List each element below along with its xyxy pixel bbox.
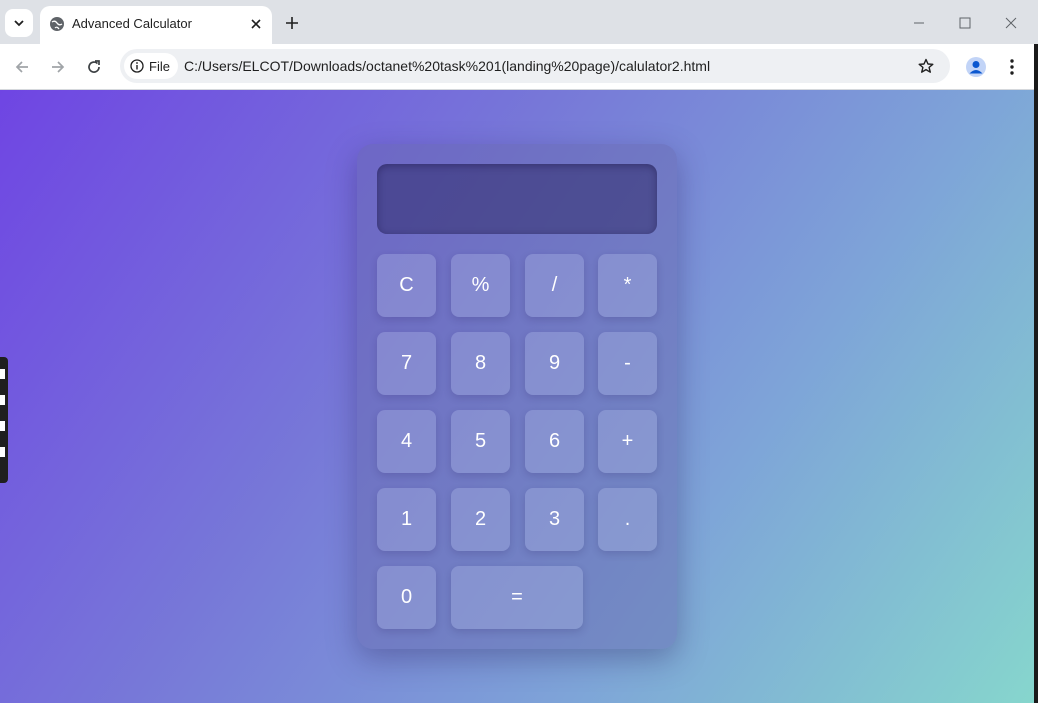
side-toolbar-icon[interactable] <box>0 395 5 405</box>
url-text[interactable]: C:/Users/ELCOT/Downloads/octanet%20task%… <box>184 58 710 74</box>
avatar-icon <box>966 57 986 77</box>
digit-8-button[interactable]: 8 <box>451 332 510 395</box>
site-info-chip[interactable]: File <box>124 53 178 79</box>
divide-button[interactable]: / <box>525 254 584 317</box>
calculator-display[interactable] <box>377 164 657 234</box>
forward-button[interactable] <box>45 54 71 80</box>
digit-3-button[interactable]: 3 <box>525 488 584 551</box>
back-button[interactable] <box>9 54 35 80</box>
reload-icon <box>88 60 100 73</box>
arrow-left-icon <box>15 61 28 73</box>
side-toolbar-icon[interactable] <box>0 369 5 379</box>
globe-icon <box>50 17 64 31</box>
digit-4-button[interactable]: 4 <box>377 410 436 473</box>
chevron-down-icon <box>14 20 24 27</box>
subtract-button[interactable]: - <box>598 332 657 395</box>
tab-search-button[interactable] <box>5 9 33 37</box>
close-icon <box>251 19 261 29</box>
new-tab-button[interactable] <box>281 12 303 34</box>
page-viewport: C % / * 7 8 9 - 4 5 6 + 1 2 3 . 0 = <box>0 90 1034 703</box>
info-icon <box>130 59 144 73</box>
digit-0-button[interactable]: 0 <box>377 566 436 629</box>
digit-7-button[interactable]: 7 <box>377 332 436 395</box>
minimize-icon <box>914 22 924 24</box>
maximize-icon <box>959 17 971 29</box>
tab-close-button[interactable] <box>247 15 265 33</box>
window-border-top <box>1034 0 1038 44</box>
window-close-button[interactable] <box>1000 12 1022 34</box>
file-chip-label: File <box>149 58 170 74</box>
decimal-button[interactable]: . <box>598 488 657 551</box>
add-button[interactable]: + <box>598 410 657 473</box>
address-bar[interactable]: File C:/Users/ELCOT/Downloads/octanet%20… <box>120 49 950 83</box>
clear-button[interactable]: C <box>377 254 436 317</box>
star-icon <box>918 58 934 73</box>
maximize-button[interactable] <box>954 12 976 34</box>
plus-icon <box>286 17 298 29</box>
digit-9-button[interactable]: 9 <box>525 332 584 395</box>
digit-1-button[interactable]: 1 <box>377 488 436 551</box>
side-toolbar-icon[interactable] <box>0 447 5 457</box>
profile-button[interactable] <box>963 54 989 80</box>
reload-button[interactable] <box>81 54 107 80</box>
tab-active[interactable]: Advanced Calculator <box>40 6 272 44</box>
browser-toolbar: File C:/Users/ELCOT/Downloads/octanet%20… <box>0 44 1038 90</box>
minimize-button[interactable] <box>908 12 930 34</box>
digit-5-button[interactable]: 5 <box>451 410 510 473</box>
close-icon <box>1005 17 1017 29</box>
tab-strip: Advanced Calculator <box>0 0 1038 44</box>
side-toolbar[interactable] <box>0 357 8 483</box>
bookmark-button[interactable] <box>915 55 937 77</box>
multiply-button[interactable]: * <box>598 254 657 317</box>
digit-6-button[interactable]: 6 <box>525 410 584 473</box>
more-vertical-icon <box>1010 59 1014 75</box>
calculator: C % / * 7 8 9 - 4 5 6 + 1 2 3 . 0 = <box>357 144 677 649</box>
arrow-right-icon <box>52 61 65 73</box>
equals-button[interactable]: = <box>451 566 583 629</box>
digit-2-button[interactable]: 2 <box>451 488 510 551</box>
side-toolbar-icon[interactable] <box>0 421 5 431</box>
percent-button[interactable]: % <box>451 254 510 317</box>
tab-title: Advanced Calculator <box>72 16 192 31</box>
window-border <box>1034 0 1038 703</box>
browser-menu-button[interactable] <box>1000 54 1024 80</box>
